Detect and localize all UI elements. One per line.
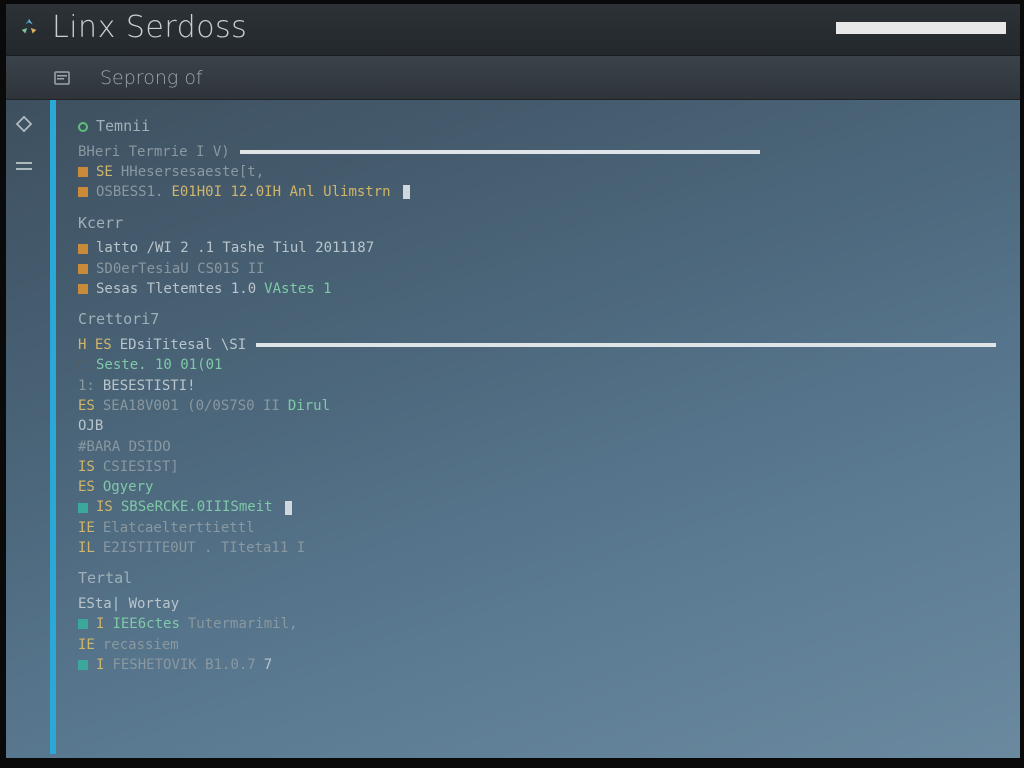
titlebar: Linx Serdoss (0, 0, 1024, 56)
output-line: I FESHETOVIK B1.0.7 7 (78, 655, 1004, 675)
output-line: Seste. 10 01(01 (78, 355, 1004, 375)
output-line: 1: BESESTISTI! (78, 376, 1004, 396)
document-icon (54, 70, 72, 86)
bullet-icon (78, 360, 88, 370)
status-dot-icon (78, 122, 88, 132)
breadcrumb-bar: Seprong of (0, 56, 1024, 100)
output-line: OJB (78, 416, 1004, 436)
output-line: IS CSIESIST] (78, 457, 1004, 477)
output-line: SE HHesersesaeste[t, (78, 162, 1004, 182)
section-label: Crettori7 (78, 309, 159, 331)
output-line: ESta| Wortay (78, 594, 1004, 614)
output-line: I IEE6ctes Tutermarimil, (78, 614, 1004, 634)
cursor-icon (285, 501, 292, 515)
output-line: IS SBSeRCKE.0IIISmeit (78, 497, 1004, 517)
bullet-icon (78, 187, 88, 197)
output-line: IL E2ISTITE0UT . TIteta11 I (78, 538, 1004, 558)
divider (256, 343, 996, 347)
output-line: latto /WI 2 .1 Tashe Tiul 2011187 (78, 238, 1004, 258)
section-head-kernel: Kcerr (78, 213, 1004, 235)
cursor-icon (403, 185, 410, 199)
section-label: Tertal (78, 568, 132, 590)
app-title: Linx Serdoss (52, 10, 247, 45)
output-line: #BARA DSIDO (78, 437, 1004, 457)
search-input[interactable] (836, 22, 1006, 34)
divider (240, 150, 760, 154)
bullet-icon (78, 284, 88, 294)
bullet-icon (78, 503, 88, 513)
output-line: ES Ogyery (78, 477, 1004, 497)
section-head-total: Tertal (78, 568, 1004, 590)
side-rail (0, 100, 48, 754)
bullet-icon (78, 660, 88, 670)
bullet-icon (78, 167, 88, 177)
bullet-icon (78, 619, 88, 629)
menu-icon[interactable] (14, 156, 34, 176)
section-label: Temnii (96, 116, 150, 138)
output-line: Sesas Tletemtes 1.0 VAstes 1 (78, 279, 1004, 299)
output-line: ES SEA18V001 (0/0S7S0 II Dirul (78, 396, 1004, 416)
output-line: SD0erTesiaU CS01S II (78, 259, 1004, 279)
output-line: IE recassiem (78, 635, 1004, 655)
section-head-creator: Crettori7 (78, 309, 1004, 331)
output-line: OSBESS1. E01H0I 12.0IH Anl Ulimstrn (78, 182, 1004, 202)
output-line: IE Elatcaelterttiettl (78, 518, 1004, 538)
output-line: H ES EDsiTitesal \SI (78, 335, 1004, 355)
section-label: Kcerr (78, 213, 123, 235)
bullet-icon (78, 264, 88, 274)
diamond-icon[interactable] (14, 114, 34, 134)
app-logo-icon (18, 17, 40, 39)
section-head-terminal: Temnii (78, 116, 1004, 138)
bullet-icon (78, 244, 88, 254)
output-line: BHeri Termrie I V) (78, 142, 1004, 162)
terminal-output: Temnii BHeri Termrie I V) SE HHesersesae… (56, 100, 1024, 754)
breadcrumb: Seprong of (100, 67, 203, 89)
